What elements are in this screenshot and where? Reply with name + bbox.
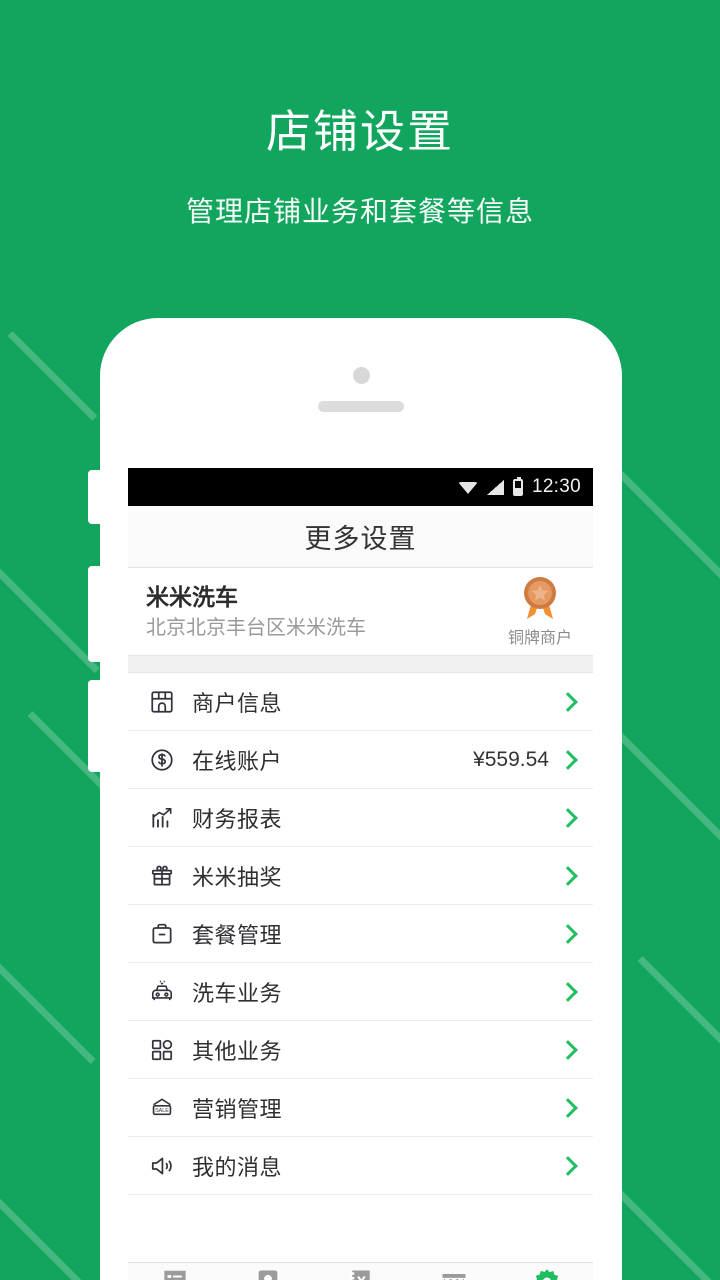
section-spacer (128, 655, 593, 673)
list-item-carwash-business[interactable]: 洗车业务 (128, 963, 593, 1021)
decorative-stripe (0, 946, 96, 1065)
bottom-tab-bar: 首页 客户 (128, 1262, 593, 1280)
phone-side-button (88, 470, 102, 524)
chevron-right-icon (558, 1097, 578, 1118)
list-item-package-management[interactable]: 套餐管理 (128, 905, 593, 963)
decorative-stripe (7, 331, 98, 421)
list-item-label: 米米抽奖 (192, 864, 283, 890)
wifi-icon (457, 480, 478, 495)
tab-settings[interactable]: 设置 (500, 1263, 593, 1280)
list-item-online-account[interactable]: 在线账户 ¥559.54 (128, 731, 593, 789)
grid-apps-icon (144, 1032, 180, 1068)
list-item-label: 我的消息 (192, 1154, 283, 1180)
bronze-medal-icon (524, 577, 556, 619)
decorative-stripe (0, 541, 100, 674)
svg-text:SALE: SALE (155, 1108, 169, 1114)
promo-title: 店铺设置 (265, 106, 454, 157)
list-item-label: 洗车业务 (192, 980, 283, 1006)
list-item-label: 营销管理 (192, 1096, 283, 1122)
storefront-icon (144, 684, 180, 720)
merchant-badge: 铜牌商户 (503, 575, 577, 648)
cellular-signal-icon (486, 479, 504, 495)
merchant-badge-label: 铜牌商户 (507, 630, 572, 647)
list-item-label: 套餐管理 (192, 922, 283, 948)
chevron-right-icon (558, 691, 578, 712)
document-list-icon (163, 1270, 186, 1280)
decorative-stripe (615, 731, 720, 857)
dollar-circle-icon (144, 742, 180, 778)
briefcase-icon (144, 916, 180, 952)
list-item-merchant-info[interactable]: 商户信息 (128, 673, 593, 731)
promo-screenshot: 店铺设置 管理店铺业务和套餐等信息 12:30 更多设置 米米洗车 北京北京丰台… (0, 0, 720, 1280)
merchant-address: 北京北京丰台区米米洗车 (146, 616, 366, 639)
list-item-label: 商户信息 (192, 690, 283, 716)
status-bar-time: 12:30 (531, 476, 581, 497)
phone-screen: 12:30 更多设置 米米洗车 北京北京丰台区米米洗车 铜牌商户 商户信息 在线… (128, 468, 593, 1280)
list-item-label: 其他业务 (192, 1038, 283, 1064)
app-bar: 更多设置 (128, 506, 593, 568)
list-item-my-messages[interactable]: 我的消息 (128, 1137, 593, 1195)
list-item-label: 财务报表 (192, 806, 283, 832)
store-awning-icon (442, 1273, 465, 1280)
phone-camera-dot (352, 367, 370, 384)
chevron-right-icon (558, 923, 578, 944)
list-item-label: 在线账户 (192, 748, 283, 774)
battery-icon (512, 476, 523, 496)
chevron-right-icon (558, 865, 578, 886)
chevron-right-icon (558, 1039, 578, 1060)
gear-icon (535, 1268, 558, 1280)
car-icon (144, 974, 180, 1010)
list-item-lottery[interactable]: 米米抽奖 (128, 847, 593, 905)
chevron-right-icon (558, 749, 578, 770)
tab-customers[interactable]: 客户 (221, 1263, 314, 1280)
phone-earpiece-speaker (318, 401, 404, 412)
chevron-right-icon (558, 807, 578, 828)
list-item-financial-report[interactable]: 财务报表 (128, 789, 593, 847)
tab-home[interactable]: 首页 (128, 1263, 221, 1280)
merchant-card[interactable]: 米米洗车 北京北京丰台区米米洗车 铜牌商户 (128, 568, 593, 655)
sale-tag-icon: SALE (144, 1090, 180, 1126)
settings-list: 商户信息 在线账户 ¥559.54 财务报表 米米抽奖 套餐管理 洗车业务 其他… (128, 673, 593, 1195)
speaker-icon (144, 1148, 180, 1184)
tab-transactions[interactable]: 交易 (314, 1263, 407, 1280)
list-item-other-business[interactable]: 其他业务 (128, 1021, 593, 1079)
page-title: 更多设置 (304, 524, 417, 554)
online-account-balance: ¥559.54 (473, 747, 549, 771)
decorative-stripe (607, 1181, 719, 1280)
decorative-stripe (637, 956, 720, 1089)
yuan-book-icon (350, 1270, 370, 1280)
promo-subtitle: 管理店铺业务和套餐等信息 (185, 196, 534, 227)
decorative-stripe (0, 1191, 113, 1280)
phone-volume-up-button (88, 566, 102, 662)
tab-mall[interactable]: 商城 (407, 1263, 500, 1280)
status-bar: 12:30 (128, 468, 593, 506)
chevron-right-icon (558, 1155, 578, 1176)
bar-chart-trend-icon (144, 800, 180, 836)
contact-person-icon (258, 1270, 277, 1280)
list-item-marketing-management[interactable]: SALE 营销管理 (128, 1079, 593, 1137)
gift-icon (144, 858, 180, 894)
decorative-stripe (617, 471, 720, 583)
phone-mockup: 12:30 更多设置 米米洗车 北京北京丰台区米米洗车 铜牌商户 商户信息 在线… (88, 318, 622, 1280)
chevron-right-icon (558, 981, 578, 1002)
merchant-name: 米米洗车 (146, 584, 238, 611)
phone-volume-down-button (88, 680, 102, 772)
merchant-info: 米米洗车 北京北京丰台区米米洗车 (146, 583, 503, 640)
